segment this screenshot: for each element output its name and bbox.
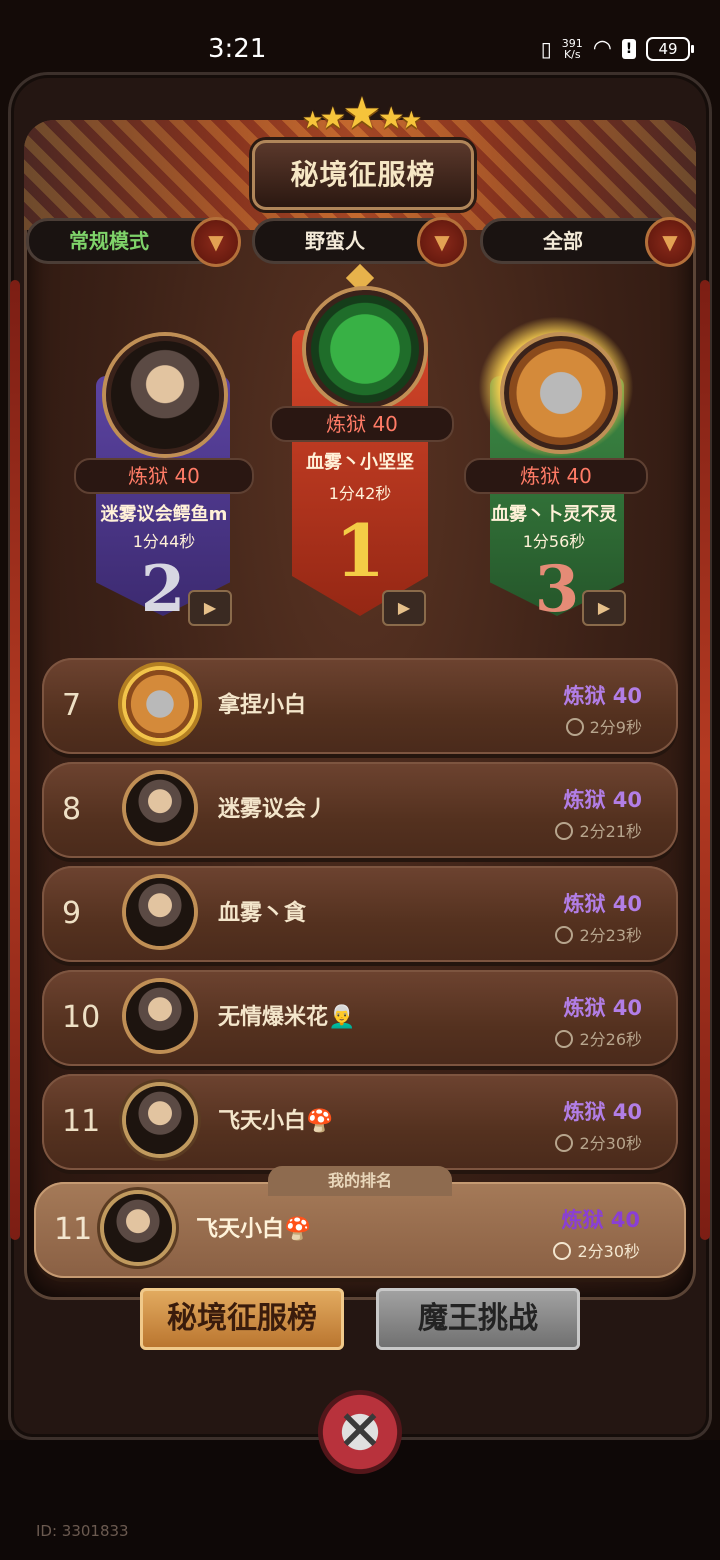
vibrate-icon: ▯ [540, 36, 552, 61]
wifi-icon: ◠ [592, 36, 612, 61]
avatar [126, 670, 194, 738]
avatar [126, 774, 194, 842]
clock-icon [555, 1030, 574, 1048]
row-player-name: 迷雾议会丿 [218, 797, 329, 822]
podium-3-name: 血雾丶卜灵不灵 [491, 504, 617, 525]
table-row[interactable]: 9 血雾丶貪 炼狱 40 2分23秒 [42, 866, 678, 962]
row-rank: 7 [62, 688, 82, 723]
left-rail [10, 280, 20, 1240]
my-time: 2分30秒 [553, 1238, 640, 1262]
mode-filter-label: 常规模式 [69, 229, 149, 253]
row-time: 2分30秒 [555, 1130, 642, 1154]
row-time-value: 2分30秒 [579, 1134, 642, 1153]
status-icons: ▯ 391 K/s ◠ ! 49 [540, 36, 694, 61]
podium-2-time: 1分44秒 [132, 532, 196, 551]
scope-filter-label: 全部 [543, 229, 583, 253]
table-row[interactable]: 7 拿捏小白 炼狱 40 2分9秒 [42, 658, 678, 754]
chevron-down-icon[interactable]: ▼ [191, 217, 241, 267]
podium-1-rank: 1 [334, 508, 386, 593]
row-rank: 10 [62, 1000, 101, 1035]
my-player-name: 飞天小白🍄 [196, 1217, 312, 1242]
row-rank: 9 [62, 896, 82, 931]
network-speed: 391 K/s [562, 38, 583, 60]
row-player-name: 无情爆米花👨‍🦳 [218, 1005, 356, 1030]
podium-3-time: 1分56秒 [522, 532, 586, 551]
row-time: 2分26秒 [555, 1026, 642, 1050]
row-player-name: 拿捏小白 [218, 693, 307, 718]
chevron-down-icon[interactable]: ▼ [645, 217, 695, 267]
row-time: 2分23秒 [555, 922, 642, 946]
row-time: 2分21秒 [555, 818, 642, 842]
podium-2-name: 迷雾议会鳄鱼m [100, 504, 228, 525]
row-difficulty: 炼狱 40 [563, 684, 642, 708]
star-icon: ★ [319, 101, 346, 136]
my-rank-row[interactable]: 11 飞天小白🍄 炼狱 40 2分30秒 [34, 1182, 686, 1278]
podium-1-time: 1分42秒 [328, 484, 392, 503]
mode-filter[interactable]: 常规模式 ▼ [26, 217, 241, 267]
star-icon: ★ [342, 88, 382, 139]
avatar [504, 336, 618, 450]
row-rank: 11 [62, 1104, 101, 1139]
clock-icon [555, 1134, 574, 1152]
chevron-down-icon[interactable]: ▼ [417, 217, 467, 267]
page-title: 秘境征服榜 [252, 140, 474, 210]
row-time-value: 2分21秒 [579, 822, 642, 841]
avatar [126, 878, 194, 946]
right-rail [700, 280, 710, 1240]
video-replay-button[interactable]: ▶ [188, 590, 232, 626]
table-row[interactable]: 10 无情爆米花👨‍🦳 炼狱 40 2分26秒 [42, 970, 678, 1066]
row-time-value: 2分23秒 [579, 926, 642, 945]
avatar [104, 1194, 172, 1262]
star-icon: ★ [301, 106, 323, 134]
podium-3-difficulty: 炼狱 40 [464, 458, 648, 494]
alert-icon: ! [622, 38, 636, 59]
row-time: 2分9秒 [565, 714, 642, 738]
avatar [126, 982, 194, 1050]
network-speed-unit: K/s [563, 47, 581, 61]
avatar [126, 1086, 194, 1154]
avatar [106, 336, 224, 454]
row-difficulty: 炼狱 40 [563, 996, 642, 1020]
row-difficulty: 炼狱 40 [563, 788, 642, 812]
tab-boss-challenge[interactable]: 魔王挑战 [376, 1288, 580, 1350]
star-icon: ★ [377, 101, 405, 136]
user-id: ID: 3301833 [36, 1522, 129, 1540]
class-filter-label: 野蛮人 [305, 229, 365, 253]
clock-icon [565, 718, 584, 736]
podium-2-difficulty: 炼狱 40 [74, 458, 254, 494]
avatar [306, 290, 424, 408]
star-rating: ★★★★★ [270, 88, 450, 139]
battery-icon: 49 [646, 36, 694, 61]
row-difficulty: 炼狱 40 [563, 892, 642, 916]
podium-1-name: 血雾丶小坚坚 [306, 452, 414, 473]
row-difficulty: 炼狱 40 [563, 1100, 642, 1124]
table-row[interactable]: 11 飞天小白🍄 炼狱 40 2分30秒 [42, 1074, 678, 1170]
clock-icon [555, 822, 574, 840]
video-replay-button[interactable]: ▶ [582, 590, 626, 626]
podium-1-difficulty: 炼狱 40 [270, 406, 454, 442]
close-icon: ✕ [336, 1399, 384, 1464]
battery-level: 49 [658, 39, 678, 58]
tab-conquer-leaderboard[interactable]: 秘境征服榜 [140, 1288, 344, 1350]
close-button[interactable]: ✕ [318, 1390, 402, 1474]
clock-icon [555, 926, 574, 944]
row-player-name: 飞天小白🍄 [218, 1109, 334, 1134]
video-replay-button[interactable]: ▶ [382, 590, 426, 626]
my-rank-tag: 我的排名 [268, 1166, 452, 1196]
row-player-name: 血雾丶貪 [218, 901, 307, 926]
my-difficulty: 炼狱 40 [561, 1208, 640, 1232]
class-filter[interactable]: 野蛮人 ▼ [252, 217, 467, 267]
clock-time: 3:21 [208, 34, 267, 64]
star-icon: ★ [400, 106, 422, 134]
row-time-value: 2分26秒 [579, 1030, 642, 1049]
my-time-value: 2分30秒 [577, 1242, 640, 1261]
scope-filter[interactable]: 全部 ▼ [480, 217, 695, 267]
table-row[interactable]: 8 迷雾议会丿 炼狱 40 2分21秒 [42, 762, 678, 858]
row-rank: 8 [62, 792, 82, 827]
row-time-value: 2分9秒 [589, 718, 642, 737]
clock-icon [553, 1242, 572, 1260]
